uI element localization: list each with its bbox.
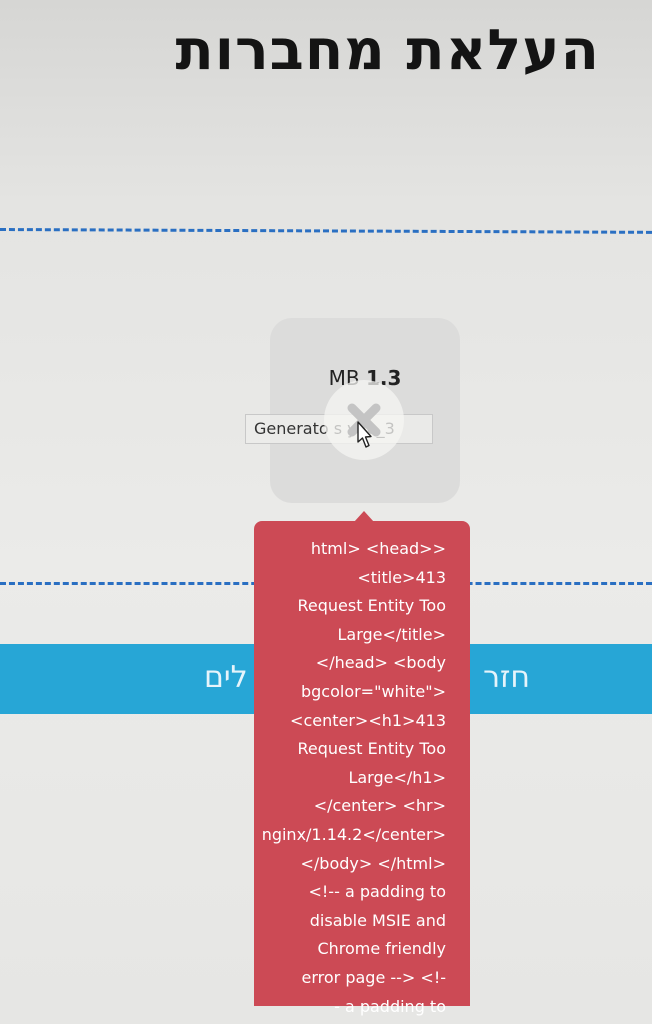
back-button[interactable]: חזר: [470, 660, 530, 695]
page-title: העלאת מחברות: [175, 18, 600, 83]
dropzone-border: [0, 228, 652, 234]
error-message: html> <head>> <title>413 Request Entity …: [261, 539, 446, 1016]
action-bar-label-left: לים: [204, 660, 248, 695]
error-tooltip: html> <head>> <title>413 Request Entity …: [254, 521, 470, 1016]
mouse-pointer-icon: [357, 421, 372, 448]
